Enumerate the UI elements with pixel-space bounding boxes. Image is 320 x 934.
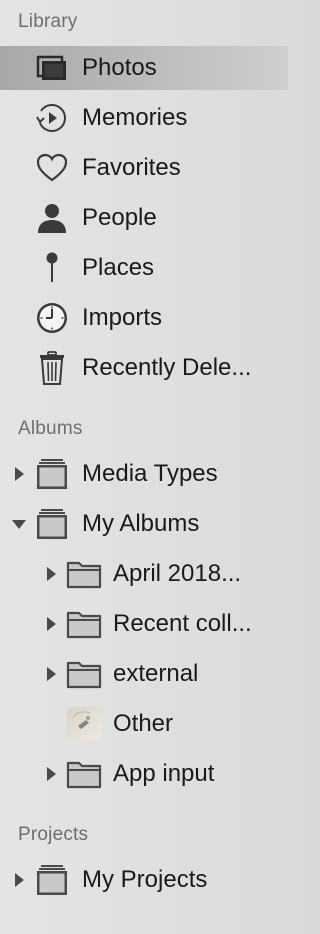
sidebar-item-favorites[interactable]: Favorites	[0, 146, 288, 190]
sidebar-item-label: App input	[113, 760, 215, 787]
disclosure-triangle-collapsed-icon[interactable]	[42, 552, 60, 596]
sidebar-item-other[interactable]: Other	[0, 702, 288, 746]
disclosure-triangle-collapsed-icon[interactable]	[42, 752, 60, 796]
sidebar-item-app-input[interactable]: App input	[0, 752, 288, 796]
sidebar-item-label: Photos	[82, 54, 157, 81]
disclosure-triangle-collapsed-icon[interactable]	[42, 602, 60, 646]
trash-icon	[32, 346, 72, 390]
photos-stack-icon	[32, 46, 72, 90]
sidebar-item-media-types[interactable]: Media Types	[0, 452, 288, 496]
heart-icon	[32, 146, 72, 190]
disclosure-triangle-collapsed-icon[interactable]	[42, 652, 60, 696]
sidebar-item-label: Favorites	[82, 154, 181, 181]
folder-icon	[64, 652, 104, 696]
folder-icon	[64, 602, 104, 646]
disclosure-triangle-collapsed-icon[interactable]	[10, 452, 28, 496]
sidebar-item-label: My Albums	[82, 510, 200, 537]
album-stack-icon	[32, 452, 72, 496]
sidebar-item-label: Media Types	[82, 460, 218, 487]
sidebar-item-label: Memories	[82, 104, 188, 131]
section-header-library: Library	[18, 11, 78, 32]
sidebar-item-label: Recent coll...	[113, 610, 252, 637]
sidebar-item-imports[interactable]: Imports	[0, 296, 288, 340]
sidebar-item-recently-deleted[interactable]: Recently Dele...	[0, 346, 288, 390]
sidebar-item-my-albums[interactable]: My Albums	[0, 502, 288, 546]
sidebar-item-label: My Projects	[82, 866, 208, 893]
person-icon	[32, 196, 72, 240]
album-stack-icon	[32, 858, 72, 902]
memories-icon	[32, 96, 72, 140]
sidebar-item-label: Imports	[82, 304, 163, 331]
folder-icon	[64, 552, 104, 596]
sidebar-item-my-projects[interactable]: My Projects	[0, 858, 288, 902]
sidebar-item-label: People	[82, 204, 157, 231]
section-header-albums: Albums	[18, 418, 83, 439]
sidebar-item-external[interactable]: external	[0, 652, 288, 696]
album-thumbnail-icon	[64, 702, 104, 746]
sidebar-item-recent-collections[interactable]: Recent coll...	[0, 602, 288, 646]
album-stack-icon	[32, 502, 72, 546]
pin-icon	[32, 246, 72, 290]
disclosure-triangle-collapsed-icon[interactable]	[10, 858, 28, 902]
sidebar-item-label: Places	[82, 254, 155, 281]
sidebar-item-people[interactable]: People	[0, 196, 288, 240]
sidebar-item-photos[interactable]: Photos	[0, 46, 288, 90]
sidebar-item-april-2018[interactable]: April 2018...	[0, 552, 288, 596]
sidebar-item-places[interactable]: Places	[0, 246, 288, 290]
sidebar-item-label: Other	[113, 710, 174, 737]
disclosure-triangle-expanded-icon[interactable]	[10, 502, 28, 546]
sidebar-item-label: April 2018...	[113, 560, 242, 587]
folder-icon	[64, 752, 104, 796]
sidebar-item-memories[interactable]: Memories	[0, 96, 288, 140]
sidebar-item-label: Recently Dele...	[82, 354, 252, 381]
section-header-projects: Projects	[18, 824, 89, 845]
photos-sidebar: Library Photos Memories Favorites People…	[0, 0, 288, 934]
sidebar-item-label: external	[113, 660, 199, 687]
clock-icon	[32, 296, 72, 340]
